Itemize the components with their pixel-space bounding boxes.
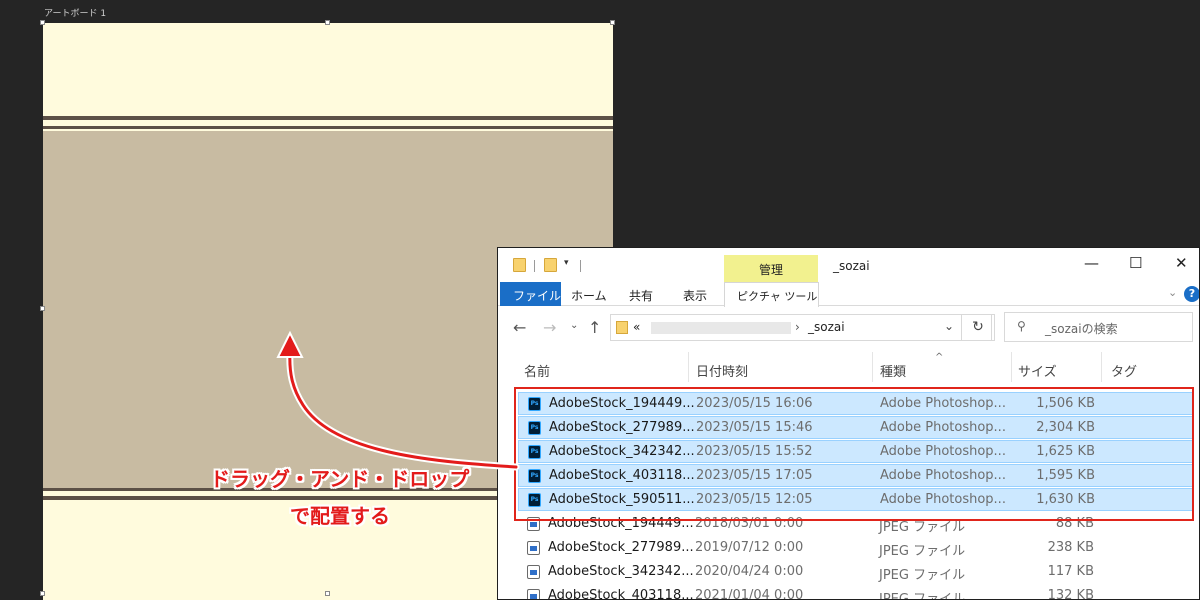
new-folder-icon[interactable] (544, 258, 557, 272)
column-type[interactable]: 種類 (880, 361, 906, 380)
annotation-line-1: ドラッグ・アンド・ドロップ (210, 467, 470, 491)
column-name[interactable]: 名前 (524, 361, 550, 380)
artboard-handle-ml[interactable] (40, 306, 45, 311)
window-title: _sozai (833, 259, 870, 273)
maximize-button[interactable]: ☐ (1129, 254, 1142, 272)
address-separator[interactable]: › (795, 320, 800, 334)
file-date: 2021/01/04 0:00 (695, 588, 804, 600)
top-stripe-thick (43, 116, 613, 120)
ribbon-tabs: ファイル ホーム 共有 表示 ピクチャ ツール ⌄ ? (498, 282, 1199, 307)
recent-locations-icon[interactable]: ⌄ (570, 320, 578, 331)
jpeg-file-icon (527, 589, 540, 599)
file-date: 2020/04/24 0:00 (695, 564, 804, 579)
file-type: JPEG ファイル (879, 544, 966, 559)
jpeg-file-icon (527, 541, 540, 555)
minimize-button[interactable]: — (1084, 254, 1099, 272)
artboard-handle-tl[interactable] (40, 20, 45, 25)
file-size: 238 KB (1047, 540, 1094, 555)
jpeg-file-icon (527, 565, 540, 579)
address-row: ← → ⌄ ↑ « › _sozai ⌄ ↻ ⚲ _sozaiの検索 (498, 308, 1199, 346)
tab-share[interactable]: 共有 (629, 287, 653, 304)
quick-access-divider (534, 260, 535, 272)
artboard-handle-bc[interactable] (325, 591, 330, 596)
artboard-handle-tr[interactable] (610, 20, 615, 25)
address-current-folder[interactable]: _sozai (808, 320, 845, 334)
file-type: JPEG ファイル (879, 592, 966, 600)
title-bar[interactable]: ▾ 管理 _sozai — ☐ ✕ (498, 248, 1199, 282)
artboard-handle-bl[interactable] (40, 591, 45, 596)
refresh-button[interactable]: ↻ (961, 314, 995, 341)
forward-arrow-icon[interactable]: → (543, 318, 556, 337)
address-folder-icon (616, 321, 628, 334)
artboard-handle-tc[interactable] (325, 20, 330, 25)
column-size[interactable]: サイズ (1018, 361, 1057, 380)
file-type: JPEG ファイル (879, 568, 966, 583)
selection-highlight-frame (514, 387, 1194, 521)
file-name: AdobeStock_403118... (548, 588, 694, 600)
file-name: AdobeStock_277989... (548, 540, 694, 555)
search-icon: ⚲ (1017, 319, 1026, 333)
expand-ribbon-icon[interactable]: ⌄ (1168, 286, 1177, 299)
back-arrow-icon[interactable]: ← (513, 318, 526, 337)
file-row[interactable]: AdobeStock_342342... 2020/04/24 0:00 JPE… (518, 561, 1194, 584)
column-divider[interactable] (872, 352, 873, 382)
file-row[interactable]: AdobeStock_403118... 2021/01/04 0:00 JPE… (518, 585, 1194, 600)
artboard-label: アートボード 1 (44, 9, 107, 19)
quick-access-folder-icon[interactable] (513, 258, 526, 272)
search-input[interactable]: ⚲ _sozaiの検索 (1004, 312, 1193, 342)
tab-view[interactable]: 表示 (683, 287, 707, 304)
up-arrow-icon[interactable]: ↑ (588, 318, 601, 337)
column-date[interactable]: 日付時刻 (696, 361, 748, 380)
annotation-line-2: で配置する (290, 504, 390, 528)
file-size: 117 KB (1047, 564, 1094, 579)
column-divider[interactable] (1101, 352, 1102, 382)
file-size: 132 KB (1047, 588, 1094, 600)
address-overflow[interactable]: « (633, 320, 640, 334)
search-placeholder: _sozaiの検索 (1045, 322, 1118, 336)
customize-toolbar-icon[interactable]: ▾ (564, 258, 569, 268)
address-path-redacted (651, 322, 791, 334)
file-row[interactable]: AdobeStock_277989... 2019/07/12 0:00 JPE… (518, 537, 1194, 560)
help-icon[interactable]: ? (1184, 286, 1199, 302)
column-headers: 名前 日付時刻 ^ 種類 サイズ タグ (498, 352, 1199, 382)
tab-file[interactable]: ファイル (500, 282, 561, 306)
address-dropdown-icon[interactable]: ⌄ (944, 319, 954, 333)
file-date: 2019/07/12 0:00 (695, 540, 804, 555)
sort-indicator-icon: ^ (935, 352, 944, 363)
top-stripe-thin (43, 126, 613, 129)
column-tag[interactable]: タグ (1111, 361, 1137, 380)
close-button[interactable]: ✕ (1175, 254, 1188, 272)
manage-tab[interactable]: 管理 (724, 255, 818, 282)
tab-picture-tools[interactable]: ピクチャ ツール (724, 282, 819, 307)
quick-access-divider-2 (580, 260, 581, 272)
file-name: AdobeStock_342342... (548, 564, 694, 579)
address-bar[interactable]: « › _sozai ⌄ (610, 314, 992, 341)
tab-home[interactable]: ホーム (571, 287, 607, 304)
column-divider[interactable] (688, 352, 689, 382)
column-divider[interactable] (1011, 352, 1012, 382)
